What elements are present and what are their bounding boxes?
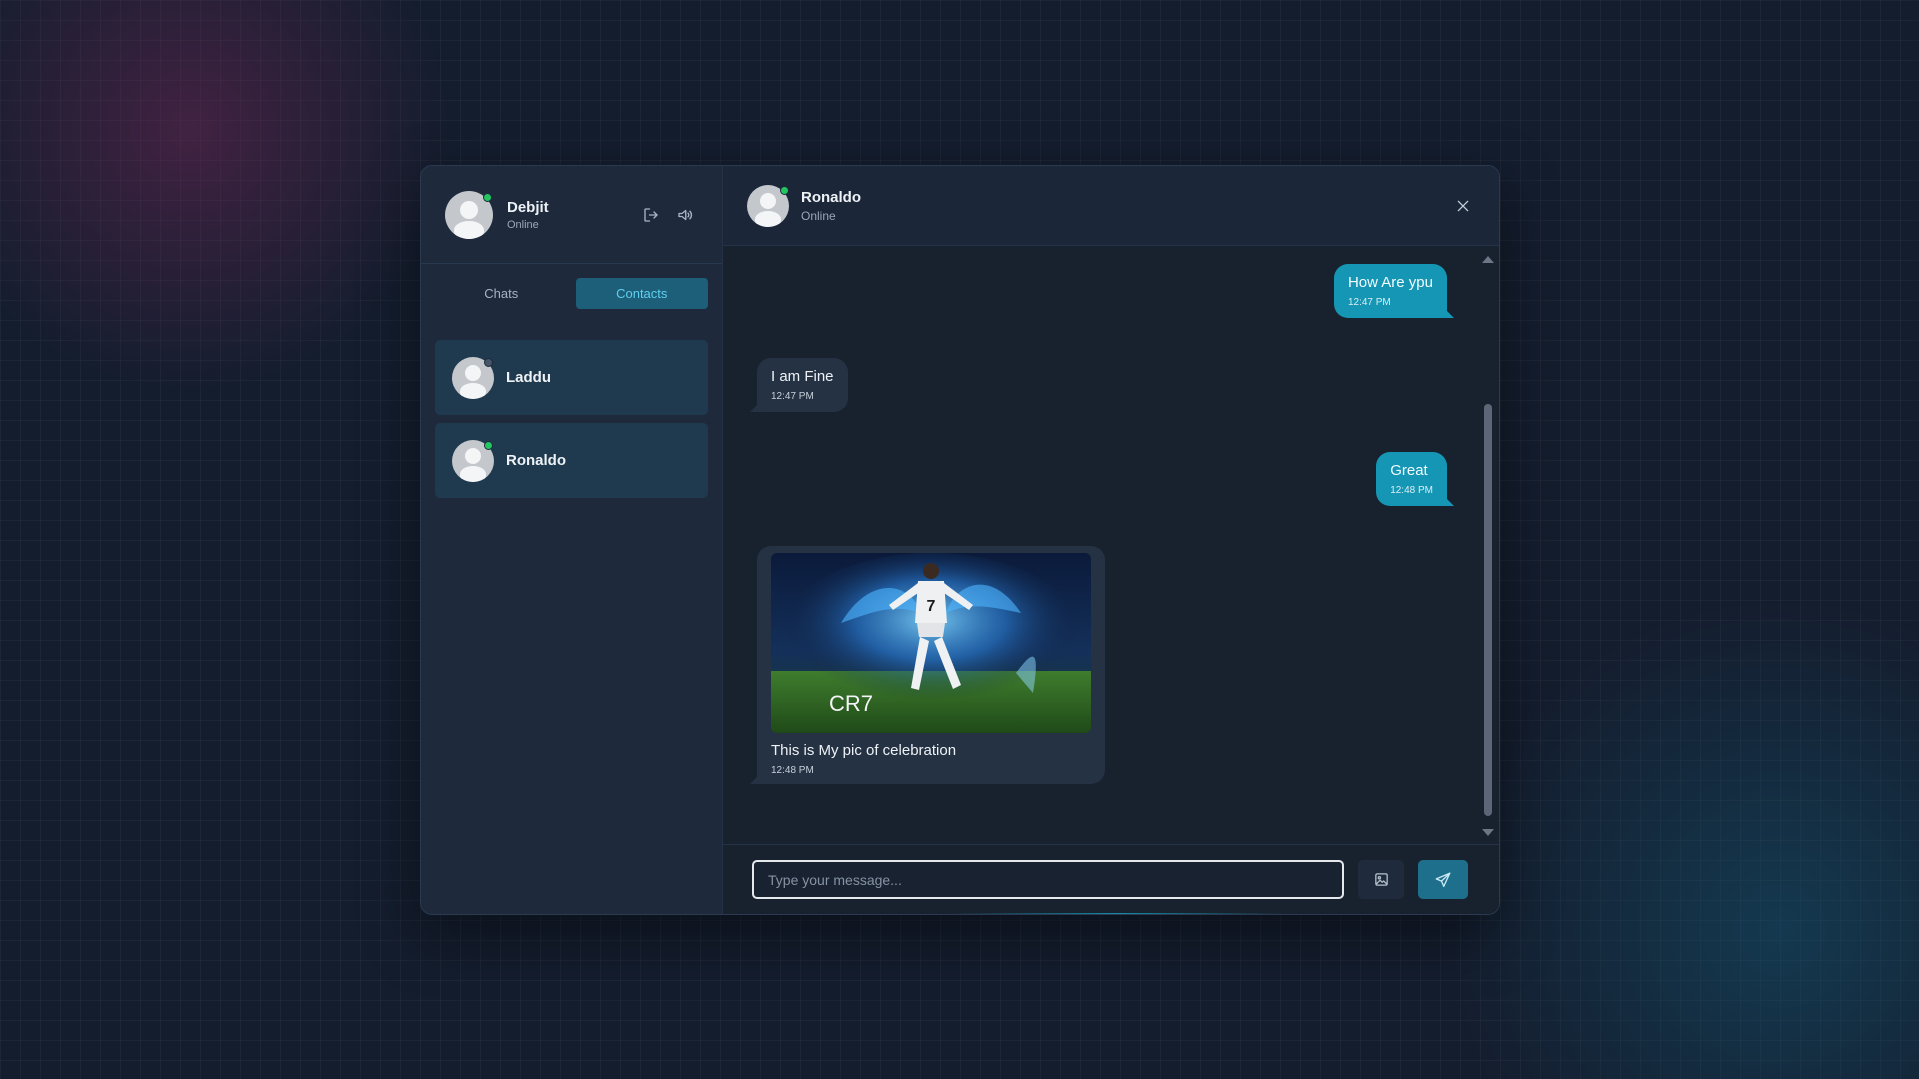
sidebar: Debjit Online Chats Contacts Laddu Ronal… <box>421 166 723 914</box>
logout-button[interactable] <box>638 202 664 228</box>
scroll-down-arrow-icon[interactable] <box>1482 829 1494 836</box>
online-status-dot <box>484 440 493 450</box>
message-text: I am Fine <box>771 368 834 385</box>
contact-name: Laddu <box>506 369 551 386</box>
message-text: Great <box>1390 462 1428 479</box>
my-status: Online <box>507 218 539 231</box>
message-input[interactable] <box>752 860 1344 899</box>
chat-header: Ronaldo Online <box>723 166 1499 246</box>
send-button[interactable] <box>1418 860 1468 899</box>
chat-contact-info: Ronaldo Online <box>801 189 1451 223</box>
close-chat-button[interactable] <box>1451 194 1475 218</box>
contact-list: Laddu Ronaldo <box>421 309 722 498</box>
contact-name: Ronaldo <box>506 452 566 469</box>
message-time: 12:47 PM <box>1347 297 1391 308</box>
chat-contact-name: Ronaldo <box>801 188 861 206</box>
message-list[interactable]: How Are ypu 12:47 PM I am Fine 12:47 PM … <box>723 246 1499 844</box>
message-composer <box>723 844 1499 914</box>
message-text: This is My pic of celebration <box>771 742 957 759</box>
close-icon <box>1457 200 1469 211</box>
my-avatar <box>445 190 493 239</box>
photo-overlay-text: CR7 <box>829 691 873 716</box>
chat-window: Debjit Online Chats Contacts Laddu Ronal… <box>420 165 1500 915</box>
sound-toggle-button[interactable] <box>672 202 698 228</box>
message-time: 12:48 PM <box>1390 485 1433 496</box>
contact-item-ronaldo[interactable]: Ronaldo <box>435 423 708 498</box>
message-scrollbar[interactable] <box>1481 250 1495 842</box>
my-name: Debjit <box>507 198 549 216</box>
contact-avatar <box>452 356 494 399</box>
message-outgoing: Great 12:48 PM <box>1376 452 1454 506</box>
speaker-icon <box>678 209 693 220</box>
offline-status-dot <box>484 357 493 367</box>
image-icon <box>1374 873 1388 886</box>
tab-contacts[interactable]: Contacts <box>575 278 708 309</box>
message-image[interactable]: 7 CR7 <box>771 553 1091 733</box>
online-status-dot <box>780 185 789 195</box>
chat-contact-avatar <box>747 184 789 227</box>
contact-item-laddu[interactable]: Laddu <box>435 340 708 415</box>
composer-glow-divider <box>953 913 1283 914</box>
message-text: How Are ypu <box>1347 274 1433 291</box>
message-time: 12:47 PM <box>771 391 814 402</box>
message-incoming: I am Fine 12:47 PM <box>750 358 848 412</box>
online-status-dot <box>483 192 492 202</box>
sidebar-tabs: Chats Contacts <box>421 264 722 309</box>
message-time: 12:48 PM <box>771 765 814 776</box>
message-outgoing: How Are ypu 12:47 PM <box>1333 264 1455 318</box>
contact-avatar <box>452 439 494 482</box>
tab-chats[interactable]: Chats <box>435 278 568 309</box>
attach-image-button[interactable] <box>1358 860 1404 899</box>
svg-text:7: 7 <box>927 598 936 615</box>
send-icon <box>1435 872 1451 887</box>
celebration-photo: 7 CR7 <box>771 553 1091 733</box>
chat-contact-status: Online <box>801 208 836 223</box>
profile-info: Debjit Online <box>507 199 630 231</box>
chat-panel: Ronaldo Online How Are ypu 12:47 PM I am… <box>723 166 1499 914</box>
logout-icon <box>644 207 658 222</box>
message-incoming-image: 7 CR7 This is My pic of celebration 12:4… <box>750 546 1105 784</box>
profile-header: Debjit Online <box>421 166 722 264</box>
scroll-up-arrow-icon[interactable] <box>1482 256 1494 263</box>
scrollbar-thumb[interactable] <box>1484 404 1492 816</box>
